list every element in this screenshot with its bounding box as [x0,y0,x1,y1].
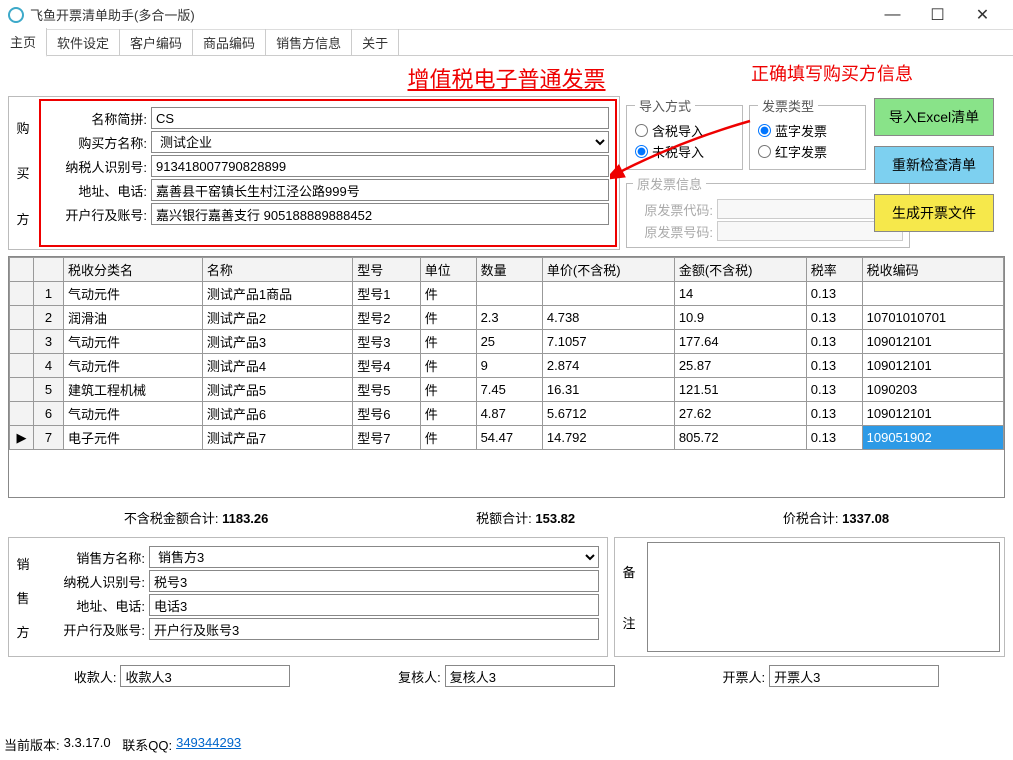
buyer-addrtel-input[interactable] [151,179,609,201]
tax-value: 153.82 [535,511,575,526]
menu-customer[interactable]: 客户编码 [120,29,193,56]
payee-input[interactable] [120,665,290,687]
buyer-pinyin-input[interactable] [151,107,609,129]
subtotal-value: 1183.26 [222,511,268,526]
orig-code-label: 原发票代码: [633,200,713,219]
col-rate[interactable]: 税率 [806,258,862,282]
seller-section-label: 销售方 [9,538,37,656]
buyer-taxid-label: 纳税人识别号: [47,157,147,176]
col-price[interactable]: 单价(不含税) [542,258,674,282]
payee-label: 收款人: [74,667,117,686]
table-row[interactable]: ▶7电子元件测试产品7型号7件54.4714.792805.720.131090… [10,426,1004,450]
menu-settings[interactable]: 软件设定 [47,29,120,56]
items-grid[interactable]: 税收分类名 名称 型号 单位 数量 单价(不含税) 金额(不含税) 税率 税收编… [8,256,1005,498]
app-logo-icon [8,7,24,23]
buyer-hint: 正确填写购买方信息 [751,60,913,86]
recheck-button[interactable]: 重新检查清单 [874,146,994,184]
col-amount[interactable]: 金额(不含税) [674,258,806,282]
col-taxcat[interactable]: 税收分类名 [64,258,203,282]
status-bar: 当前版本:3.3.17.0 联系QQ:349344293 [4,735,241,754]
menubar: 主页 软件设定 客户编码 商品编码 销售方信息 关于 [0,30,1013,56]
invoice-type-title: 增值税电子普通发票 [407,62,605,94]
table-row[interactable]: 2润滑油测试产品2型号2件2.34.73810.90.1310701010701 [10,306,1004,330]
seller-bank-label: 开户行及账号: [45,620,145,639]
notes-textarea[interactable] [647,542,1000,652]
buyer-section-label: 购买方 [9,97,37,249]
col-unit[interactable]: 单位 [420,258,476,282]
titlebar: 飞鱼开票清单助手(多合一版) — ☐ ✕ [0,0,1013,30]
maximize-button[interactable]: ☐ [915,1,960,29]
table-row[interactable]: 4气动元件测试产品4型号4件92.87425.870.13109012101 [10,354,1004,378]
window-title: 飞鱼开票清单助手(多合一版) [30,5,870,24]
seller-name-select[interactable]: 销售方3 [149,546,599,568]
buyer-bank-label: 开户行及账号: [47,205,147,224]
import-mode-group: 导入方式 含税导入 未税导入 [626,96,743,170]
table-row[interactable]: 6气动元件测试产品6型号6件4.875.671227.620.131090121… [10,402,1004,426]
version-text: 3.3.17.0 [64,735,111,754]
reviewer-input[interactable] [445,665,615,687]
menu-seller[interactable]: 销售方信息 [266,29,352,56]
total-value: 1337.08 [842,511,889,526]
col-model[interactable]: 型号 [353,258,420,282]
import-tax-incl-radio[interactable] [635,124,648,137]
issuer-label: 开票人: [723,667,766,686]
menu-home[interactable]: 主页 [0,28,47,57]
notes-panel: 备注 [614,537,1005,657]
seller-addrtel-label: 地址、电话: [45,596,145,615]
red-invoice-radio[interactable] [758,145,771,158]
generate-button[interactable]: 生成开票文件 [874,194,994,232]
seller-taxid-input[interactable] [149,570,599,592]
invoice-type-group: 发票类型 蓝字发票 红字发票 [749,96,866,170]
minimize-button[interactable]: — [870,1,915,29]
menu-product[interactable]: 商品编码 [193,29,266,56]
close-button[interactable]: ✕ [960,1,1005,29]
orig-num-label: 原发票号码: [633,222,713,241]
import-excel-button[interactable]: 导入Excel清单 [874,98,994,136]
table-row[interactable]: 1气动元件测试产品1商品型号1件140.13 [10,282,1004,306]
menu-about[interactable]: 关于 [352,29,399,56]
buyer-pinyin-label: 名称简拼: [47,109,147,128]
col-qty[interactable]: 数量 [476,258,542,282]
original-invoice-group: 原发票信息 原发票代码: 原发票号码: [626,174,910,248]
table-row[interactable]: 5建筑工程机械测试产品5型号5件7.4516.31121.510.1310902… [10,378,1004,402]
issuer-input[interactable] [769,665,939,687]
import-tax-excl-radio[interactable] [635,145,648,158]
blue-invoice-radio[interactable] [758,124,771,137]
totals-bar: 不含税金额合计: 1183.26 税额合计: 153.82 价税合计: 1337… [0,500,1013,535]
buyer-name-select[interactable]: 测试企业 [151,131,609,153]
col-taxcode[interactable]: 税收编码 [862,258,1003,282]
reviewer-label: 复核人: [398,667,441,686]
seller-bank-input[interactable] [149,618,599,640]
buyer-taxid-input[interactable] [151,155,609,177]
buyer-addrtel-label: 地址、电话: [47,181,147,200]
seller-name-label: 销售方名称: [45,548,145,567]
buyer-panel: 购买方 名称简拼: 购买方名称: 测试企业 纳税人识别号: 地址、电话: 开户行… [8,96,620,250]
buyer-bank-input[interactable] [151,203,609,225]
col-name[interactable]: 名称 [202,258,352,282]
seller-taxid-label: 纳税人识别号: [45,572,145,591]
buyer-name-label: 购买方名称: [47,133,147,152]
qq-link[interactable]: 349344293 [176,735,241,754]
seller-addrtel-input[interactable] [149,594,599,616]
notes-section-label: 备注 [615,538,643,656]
seller-panel: 销售方 销售方名称: 销售方3 纳税人识别号: 地址、电话: 开户行及账号: [8,537,608,657]
table-row[interactable]: 3气动元件测试产品3型号3件257.1057177.640.1310901210… [10,330,1004,354]
